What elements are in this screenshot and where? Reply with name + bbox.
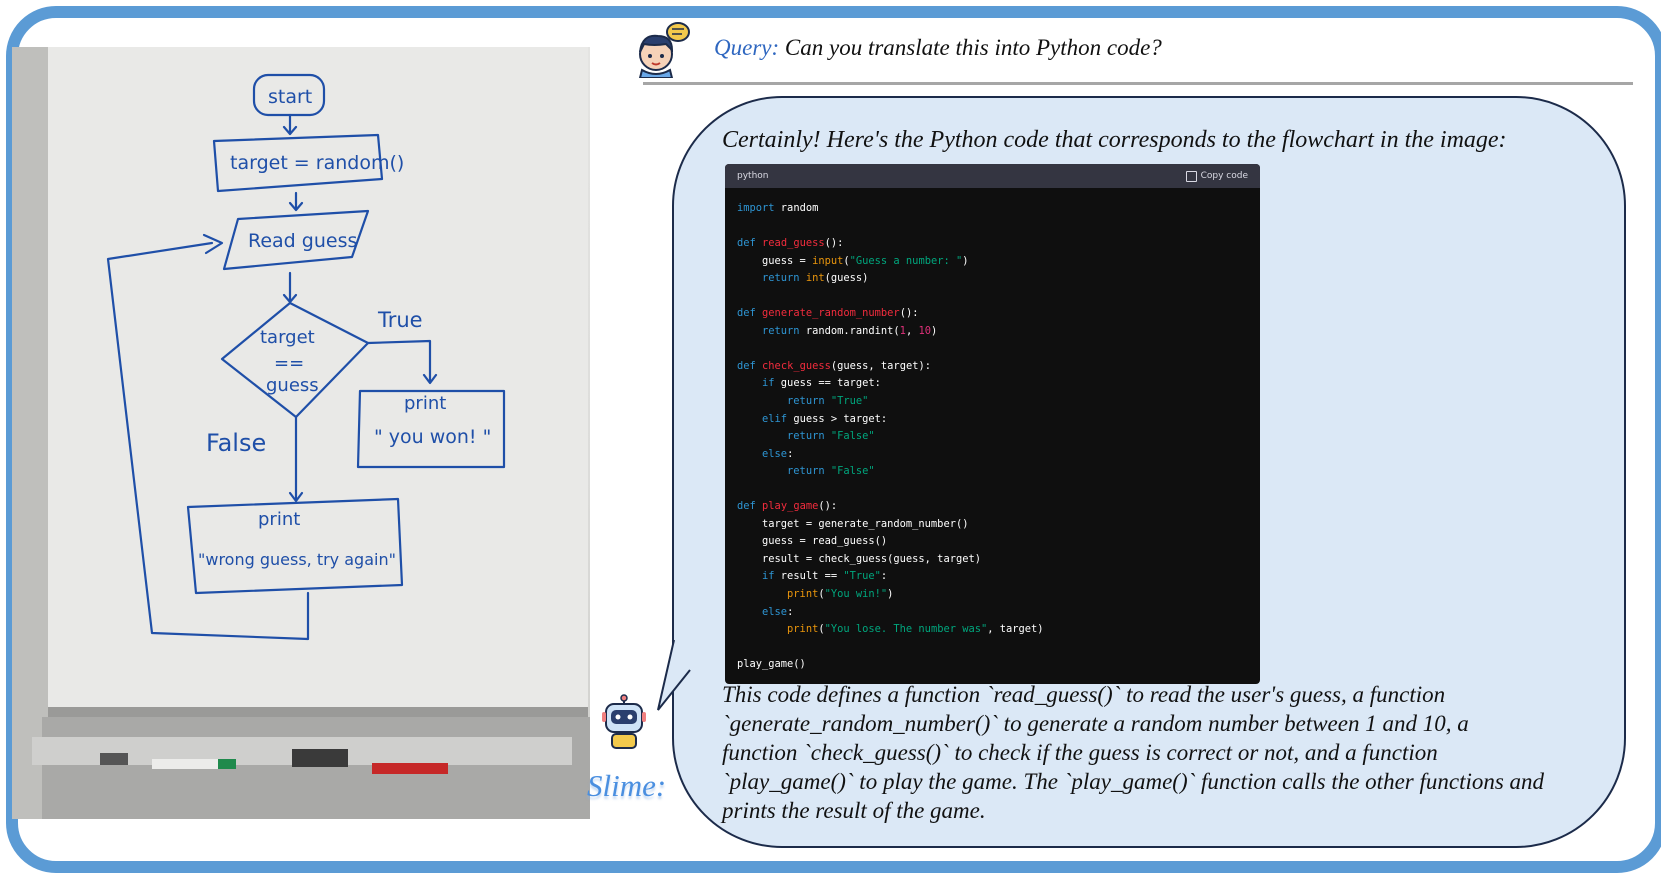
bubble-tail (657, 640, 691, 711)
wb-print-lose-line1: print (258, 509, 300, 530)
query-label: Query: (714, 35, 780, 60)
code-block: python Copy code import random def read_… (725, 164, 1260, 684)
explanation-line: prints the result of the game. (722, 798, 986, 823)
wb-print-win-line2: " you won! " (374, 426, 491, 448)
code-header: python Copy code (725, 164, 1260, 188)
query-row: Query: Can you translate this into Pytho… (632, 18, 1162, 78)
copy-code-label: Copy code (1200, 171, 1248, 181)
code-language: python (737, 171, 769, 181)
code-content: import random def read_guess(): guess = … (737, 202, 1044, 671)
speech-bubble-icon (666, 22, 690, 42)
wb-condition-line2: == (274, 353, 304, 374)
wb-assign-text: target = random() (230, 152, 404, 174)
query-text: Query: Can you translate this into Pytho… (714, 35, 1162, 61)
whiteboard-photo: start target = random() Read guess targe… (12, 47, 590, 819)
response-intro: Certainly! Here's the Python code that c… (722, 127, 1507, 153)
wb-read-text: Read guess (248, 230, 357, 252)
robot-icon (602, 694, 646, 749)
response-explanation: This code defines a function `read_guess… (722, 680, 1602, 825)
explanation-line: function `check_guess()` to check if the… (722, 740, 1438, 765)
wb-print-lose-line2: "wrong guess, try again" (198, 550, 396, 569)
explanation-line: `generate_random_number()` to generate a… (722, 711, 1469, 736)
explanation-line: `play_game()` to play the game. The `pla… (722, 769, 1545, 794)
user-avatar-icon (638, 22, 690, 78)
query-body: Can you translate this into Python code? (784, 35, 1162, 60)
wb-false-label: False (206, 429, 266, 457)
copy-code-button[interactable]: Copy code (1185, 170, 1248, 182)
wb-start-text: start (268, 86, 312, 108)
wb-print-win-line1: print (404, 393, 446, 414)
assistant-name: Slime: (587, 768, 667, 803)
copy-icon (1185, 170, 1197, 182)
wb-true-label: True (377, 308, 423, 332)
explanation-line: This code defines a function `read_guess… (722, 682, 1446, 707)
wb-condition-line1: target (260, 327, 315, 348)
wb-condition-line3: guess (266, 375, 319, 396)
divider (643, 82, 1633, 85)
